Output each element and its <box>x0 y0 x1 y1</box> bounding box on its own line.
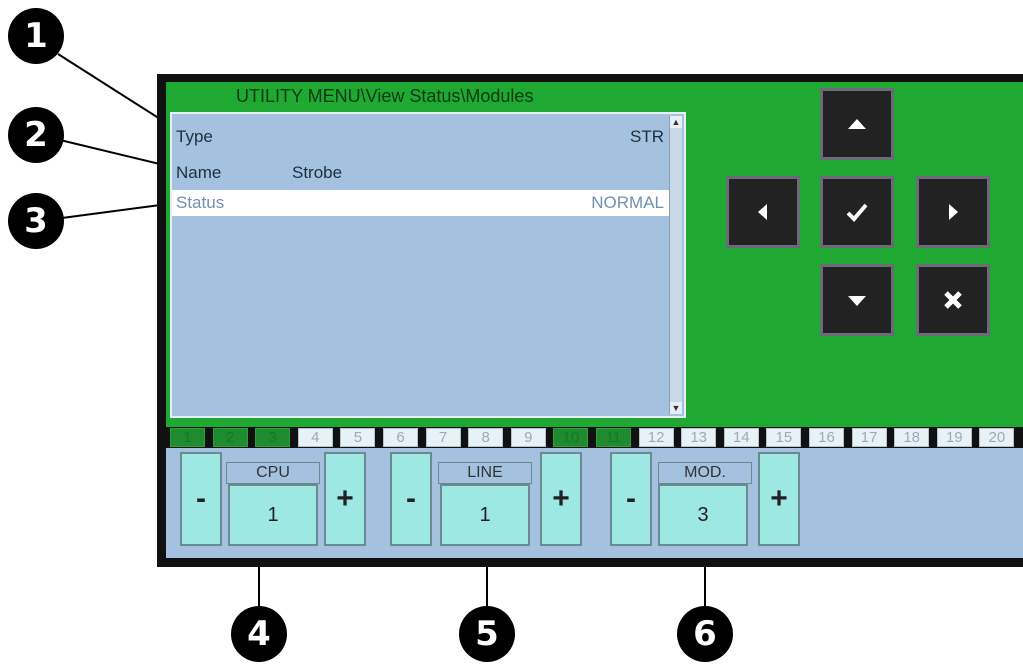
callout-2: 2 <box>8 107 64 163</box>
cpu-minus-button[interactable]: - <box>180 452 222 546</box>
module-tab-4[interactable]: 4 <box>297 428 333 447</box>
down-button[interactable] <box>820 264 894 336</box>
module-tab-6[interactable]: 6 <box>383 428 418 447</box>
module-tab-19[interactable]: 19 <box>936 428 972 447</box>
menu-path-title: UTILITY MENU\View Status\Modules <box>236 86 534 106</box>
list-scrollbar[interactable]: ▲ ▼ <box>669 116 682 414</box>
callout-3: 3 <box>8 193 64 249</box>
arrow-down-icon <box>848 296 866 306</box>
module-tabs: 1 2 3 4 5 6 7 8 9 10 11 12 13 14 15 16 17 18 19 20 <box>170 428 1023 448</box>
row-value: Strobe <box>292 163 343 182</box>
cancel-button[interactable] <box>916 264 990 336</box>
module-tab-10[interactable]: 10 <box>553 428 589 447</box>
module-tab-3[interactable]: 3 <box>255 428 291 447</box>
module-tab-11[interactable]: 11 <box>596 428 631 447</box>
module-tab-18[interactable]: 18 <box>894 428 930 447</box>
row-label: Name <box>176 163 222 182</box>
line-label: LINE <box>438 462 532 484</box>
module-tab-2[interactable]: 2 <box>212 428 248 447</box>
mod-minus-button[interactable]: - <box>610 452 652 546</box>
module-tab-7[interactable]: 7 <box>425 428 461 447</box>
row-value: STR <box>630 127 664 146</box>
module-tab-17[interactable]: 17 <box>851 428 887 447</box>
list-row-name[interactable]: Name Strobe <box>172 160 670 186</box>
module-tab-15[interactable]: 15 <box>766 428 802 447</box>
callout-4: 4 <box>231 606 287 662</box>
status-list[interactable]: Type STR Name Strobe Status NORMAL ▲ ▼ <box>170 112 686 418</box>
mod-value[interactable]: 3 <box>658 484 748 546</box>
line-value[interactable]: 1 <box>440 484 530 546</box>
list-row-status[interactable]: Status NORMAL <box>172 190 670 216</box>
line-control: - LINE 1 + <box>390 452 586 550</box>
scroll-up-icon[interactable]: ▲ <box>670 116 682 128</box>
module-tab-9[interactable]: 9 <box>510 428 546 447</box>
check-icon <box>846 203 868 222</box>
cpu-label: CPU <box>226 462 320 484</box>
row-value: NORMAL <box>591 193 664 212</box>
module-tab-20[interactable]: 20 <box>979 428 1015 447</box>
right-button[interactable] <box>916 176 990 248</box>
module-tab-13[interactable]: 13 <box>681 428 717 447</box>
line-minus-button[interactable]: - <box>390 452 432 546</box>
up-button[interactable] <box>820 88 894 160</box>
module-tab-12[interactable]: 12 <box>638 428 674 447</box>
module-tab-16[interactable]: 16 <box>809 428 844 447</box>
mod-plus-button[interactable]: + <box>758 452 800 546</box>
arrow-right-icon <box>949 204 958 220</box>
row-label: Type <box>176 127 213 146</box>
cpu-plus-button[interactable]: + <box>324 452 366 546</box>
module-tab-5[interactable]: 5 <box>340 428 376 447</box>
module-control: - MOD. 3 + <box>610 452 804 550</box>
arrow-left-icon <box>758 204 767 220</box>
cpu-control: - CPU 1 + <box>180 452 370 550</box>
cpu-value[interactable]: 1 <box>228 484 318 546</box>
list-row-type[interactable]: Type STR <box>172 124 670 150</box>
module-tab-14[interactable]: 14 <box>723 428 759 447</box>
line-plus-button[interactable]: + <box>540 452 582 546</box>
callout-6: 6 <box>677 606 733 662</box>
callout-1: 1 <box>8 8 64 64</box>
module-tab-8[interactable]: 8 <box>468 428 504 447</box>
left-button[interactable] <box>726 176 800 248</box>
mod-label: MOD. <box>658 462 752 484</box>
module-tab-1[interactable]: 1 <box>170 428 205 447</box>
cancel-icon <box>944 291 962 309</box>
scroll-down-icon[interactable]: ▼ <box>670 402 682 414</box>
callout-5: 5 <box>459 606 515 662</box>
arrow-up-icon <box>848 119 866 129</box>
row-label: Status <box>176 193 225 212</box>
ok-button[interactable] <box>820 176 894 248</box>
